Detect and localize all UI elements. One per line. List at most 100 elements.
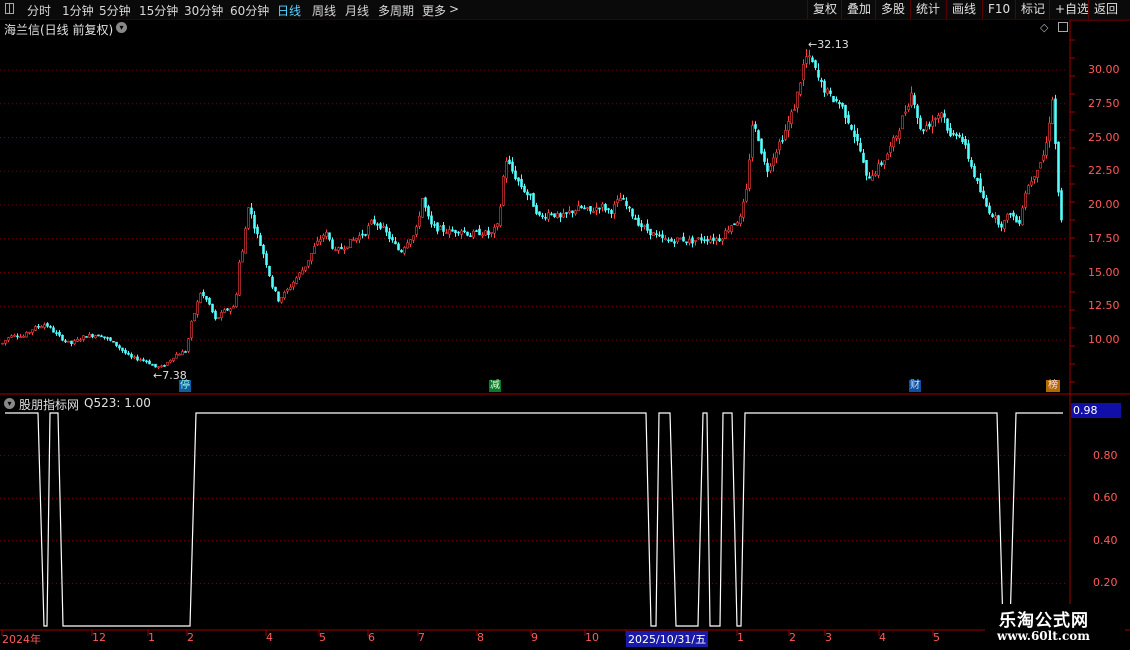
toolbar-button-8[interactable]: 返回 xyxy=(1088,0,1130,19)
candle-body xyxy=(1006,213,1009,221)
period-tab-3[interactable]: 15分钟 xyxy=(139,2,178,19)
candle-body xyxy=(922,129,925,132)
candle-body xyxy=(991,214,994,218)
x-tick-label: 6 xyxy=(368,631,375,644)
candle-body xyxy=(424,197,427,208)
candle-body xyxy=(160,365,163,368)
candle-body xyxy=(457,231,460,234)
period-tab-5[interactable]: 60分钟 xyxy=(230,2,269,19)
period-tab-8[interactable]: 月线 xyxy=(345,2,369,19)
candlestick-series[interactable] xyxy=(1,48,1063,370)
candle-body xyxy=(718,238,721,242)
indicator-dropdown-icon[interactable]: ▾ xyxy=(4,398,15,409)
candle-body xyxy=(625,201,628,207)
candle-body xyxy=(115,341,118,346)
candle-body xyxy=(601,203,604,208)
more-chevron-icon[interactable]: > xyxy=(449,2,459,16)
candle-body xyxy=(1048,122,1051,142)
toolbar-button-0[interactable]: 复权 xyxy=(807,0,841,19)
period-tab-4[interactable]: 30分钟 xyxy=(184,2,223,19)
candle-body xyxy=(187,338,190,352)
window-toggle-icon[interactable] xyxy=(5,3,14,14)
candle-body xyxy=(1024,192,1027,208)
x-tick-label: 1 xyxy=(737,631,744,644)
period-tab-10[interactable]: 更多 xyxy=(422,2,446,19)
candle-body xyxy=(400,250,403,253)
price-tick-label: 17.50 xyxy=(1088,231,1120,245)
diamond-icon[interactable]: ◇ xyxy=(1040,21,1048,34)
candle-body xyxy=(613,203,616,214)
candle-body xyxy=(511,161,514,172)
candle-body xyxy=(286,288,289,292)
candle-body xyxy=(217,317,220,319)
candle-body xyxy=(172,357,175,361)
candle-body xyxy=(517,177,520,182)
candle-body xyxy=(415,226,418,235)
x-tick-label: 8 xyxy=(477,631,484,644)
candle-body xyxy=(52,327,55,333)
period-tab-7[interactable]: 周线 xyxy=(312,2,336,19)
period-tab-6[interactable]: 日线 xyxy=(277,2,301,19)
candle-body xyxy=(505,160,508,179)
candle-body xyxy=(931,120,934,127)
toolbar-button-2[interactable]: 多股 xyxy=(875,0,910,19)
candle-body xyxy=(721,238,724,242)
candle-body xyxy=(76,338,79,342)
candle-body xyxy=(361,233,364,236)
candle-body xyxy=(16,335,19,338)
period-tab-0[interactable]: 分时 xyxy=(27,2,51,19)
event-marker-finance[interactable]: 财 xyxy=(909,380,921,392)
candle-body xyxy=(298,272,301,278)
toolbar-button-1[interactable]: 叠加 xyxy=(841,0,875,19)
panel-toggle-icon[interactable] xyxy=(1058,22,1068,32)
stock-chart[interactable] xyxy=(0,0,1130,650)
toolbar-button-7[interactable]: +自选 xyxy=(1049,0,1089,19)
candle-body xyxy=(1,342,4,345)
candle-body xyxy=(559,213,562,218)
candle-body xyxy=(748,159,751,189)
candle-body xyxy=(49,326,52,328)
event-marker-halt[interactable]: 停 xyxy=(179,380,191,392)
candle-body xyxy=(784,130,787,140)
candle-body xyxy=(961,136,964,143)
candle-body xyxy=(535,205,538,214)
candle-body xyxy=(646,223,649,231)
event-marker-reduce[interactable]: 减 xyxy=(489,380,501,392)
candle-body xyxy=(910,92,913,106)
period-tab-1[interactable]: 1分钟 xyxy=(62,2,94,19)
toolbar-button-5[interactable]: F10 xyxy=(982,0,1015,19)
candle-body xyxy=(586,207,589,209)
candle-body xyxy=(1000,223,1003,228)
candle-body xyxy=(382,226,385,228)
candle-body xyxy=(136,356,139,361)
candle-body xyxy=(343,248,346,251)
candle-body xyxy=(403,247,406,254)
candle-body xyxy=(1051,99,1054,124)
candle-body xyxy=(328,232,331,240)
event-marker-ranking[interactable]: 榜 xyxy=(1046,380,1060,392)
candle-body xyxy=(475,230,478,232)
candle-body xyxy=(10,335,13,338)
candle-body xyxy=(226,308,229,311)
period-tab-9[interactable]: 多周期 xyxy=(378,2,414,19)
indicator-current-value: 0.98 xyxy=(1071,403,1121,418)
candle-body xyxy=(850,125,853,130)
candle-body xyxy=(865,160,868,176)
candle-body xyxy=(145,360,148,363)
toolbar-button-6[interactable]: 标记 xyxy=(1015,0,1049,19)
candle-body xyxy=(847,114,850,124)
candle-body xyxy=(25,332,28,338)
candle-body xyxy=(547,212,550,220)
x-tick-label: 2025/10/31/五 xyxy=(626,631,709,647)
candle-body xyxy=(412,235,415,241)
candle-body xyxy=(880,162,883,165)
candle-body xyxy=(532,193,535,207)
candle-body xyxy=(781,140,784,142)
dropdown-icon[interactable]: ▾ xyxy=(116,22,127,33)
toolbar-button-3[interactable]: 统计 xyxy=(910,0,946,19)
period-tab-2[interactable]: 5分钟 xyxy=(99,2,131,19)
x-tick-label: 4 xyxy=(879,631,886,644)
candle-body xyxy=(238,261,241,296)
candle-body xyxy=(142,359,145,361)
toolbar-button-4[interactable]: 画线 xyxy=(946,0,982,19)
